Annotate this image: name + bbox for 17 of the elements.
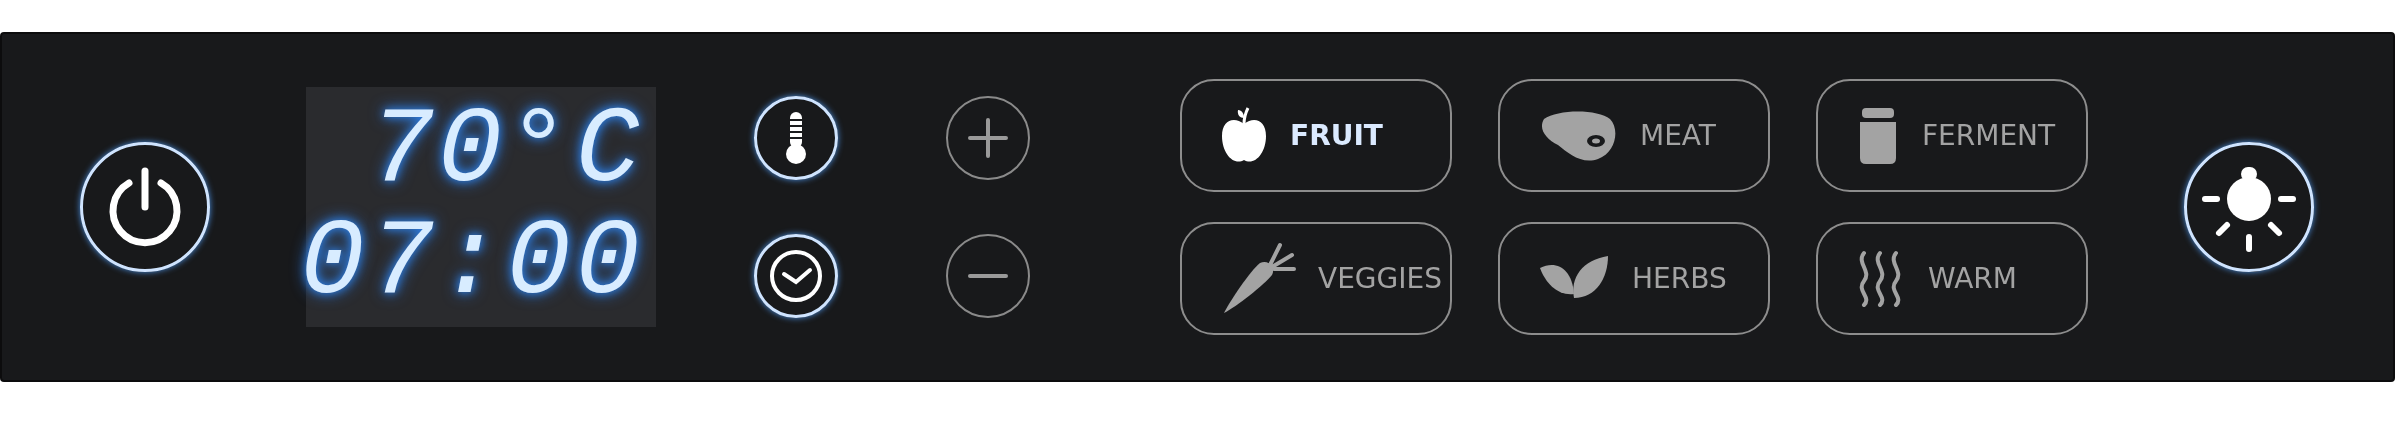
minus-icon [966,272,1010,280]
timer-button[interactable] [754,234,838,318]
power-button[interactable] [80,142,210,272]
light-button[interactable] [2184,142,2314,272]
time-reading: 07:00 [299,207,644,319]
mode-button[interactable]: FRUIT [1180,79,1452,192]
mode-button[interactable]: WARM [1816,222,2088,335]
increase-button[interactable] [946,96,1030,180]
clock-icon [768,248,824,304]
temperature-button[interactable] [754,96,838,180]
plus-icon [966,116,1010,160]
temperature-reading: 70°C [368,95,644,207]
mode-button[interactable]: VEGGIES [1180,222,1452,335]
mode-button[interactable]: FERMENT [1816,79,2088,192]
mode-button[interactable]: HERBS [1498,222,1770,335]
mode-button[interactable]: MEAT [1498,79,1770,192]
decrease-button[interactable] [946,234,1030,318]
